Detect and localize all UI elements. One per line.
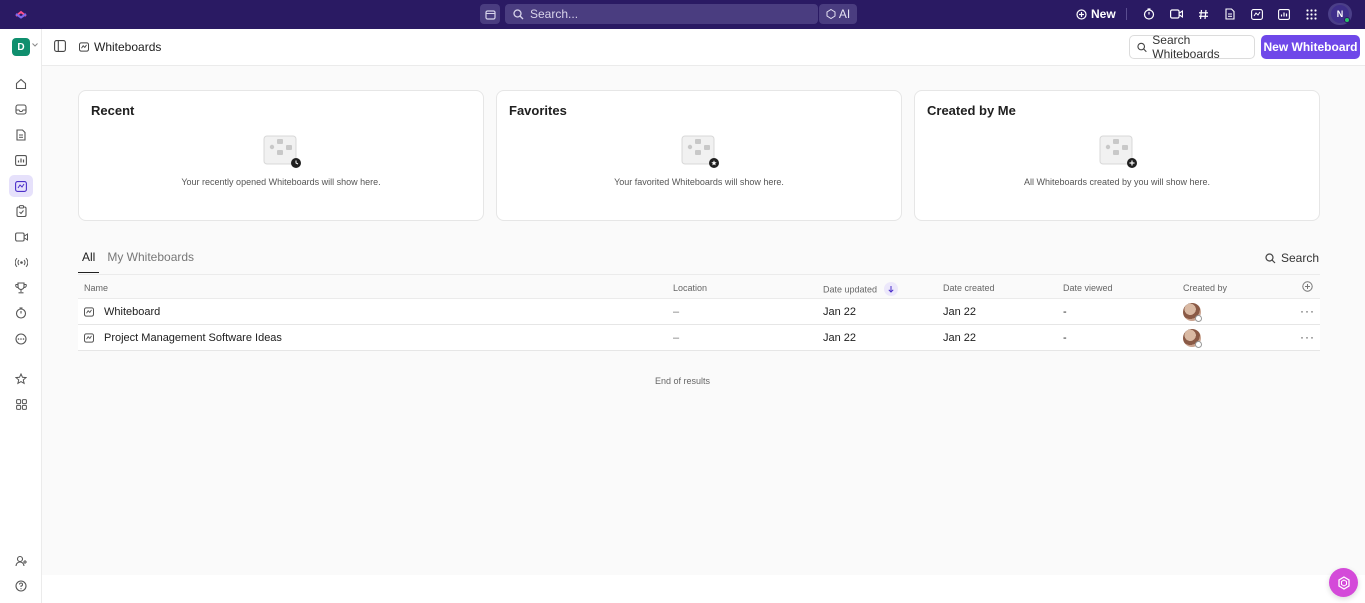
table-search-button[interactable]: Search <box>1265 251 1319 265</box>
whiteboards-nav-icon[interactable] <box>9 175 33 197</box>
table-search-label: Search <box>1281 251 1320 265</box>
column-header-date-updated[interactable]: Date updated <box>823 282 898 297</box>
new-button[interactable]: New <box>1076 5 1116 23</box>
column-header-date-viewed[interactable]: Date viewed <box>1063 283 1113 293</box>
search-whiteboards-button[interactable]: Search Whiteboards <box>1129 33 1255 61</box>
ai-sparkle-icon <box>826 9 836 19</box>
search-placeholder: Search... <box>530 7 579 21</box>
spaces-grid-icon[interactable] <box>9 393 33 415</box>
column-header-location[interactable]: Location <box>673 283 707 293</box>
new-label: New <box>1091 7 1116 21</box>
top-bar: Search... AI New N <box>0 0 1365 29</box>
row-location: – <box>673 306 680 318</box>
row-date-viewed: - <box>1063 332 1067 344</box>
ai-button[interactable]: AI <box>819 4 857 24</box>
whiteboard-icon[interactable] <box>1250 7 1264 21</box>
more-options-icon[interactable]: ··· <box>1300 330 1315 344</box>
search-icon <box>1137 42 1147 52</box>
card-title: Created by Me <box>927 103 1016 118</box>
card-title: Recent <box>91 103 135 118</box>
column-header-name[interactable]: Name <box>84 283 108 293</box>
page-header: Whiteboards Search Whiteboards New White… <box>42 29 1365 66</box>
divider <box>1126 8 1127 20</box>
more-icon[interactable] <box>9 328 33 350</box>
sidebar-toggle-icon[interactable] <box>54 40 66 52</box>
search-whiteboards-label: Search Whiteboards <box>1152 33 1220 61</box>
invite-user-icon[interactable] <box>9 550 33 572</box>
row-name[interactable]: Project Management Software Ideas <box>104 332 282 344</box>
video-icon[interactable] <box>1169 7 1183 21</box>
search-icon <box>513 8 524 19</box>
row-location: – <box>673 332 680 344</box>
goals-trophy-icon[interactable] <box>9 277 33 299</box>
recent-card: Recent Your recently opened Whiteboards … <box>78 90 484 221</box>
status-dot <box>1195 315 1202 322</box>
hashtag-icon[interactable] <box>1196 7 1210 21</box>
whiteboard-icon <box>79 42 89 52</box>
column-header-date-created[interactable]: Date created <box>943 283 995 293</box>
clips-icon[interactable] <box>9 200 33 222</box>
left-sidebar: D <box>0 29 42 603</box>
video-clips-icon[interactable] <box>9 226 33 248</box>
column-header-created-by[interactable]: Created by <box>1183 283 1227 293</box>
status-dot <box>1195 341 1202 348</box>
whiteboard-icon <box>84 333 94 343</box>
dashboards-icon[interactable] <box>9 149 33 171</box>
more-options-icon[interactable]: ··· <box>1300 304 1315 318</box>
plus-circle-icon <box>1076 8 1087 20</box>
column-header-date-updated-label: Date updated <box>823 284 878 295</box>
table-row[interactable]: Project Management Software Ideas – Jan … <box>78 325 1320 351</box>
table-row[interactable]: Whiteboard – Jan 22 Jan 22 - ··· <box>78 299 1320 325</box>
row-name[interactable]: Whiteboard <box>104 306 160 318</box>
tab-all[interactable]: All <box>78 250 100 273</box>
card-empty-text: Your recently opened Whiteboards will sh… <box>181 177 381 187</box>
card-empty-text: All Whiteboards created by you will show… <box>1023 177 1211 187</box>
row-date-viewed: - <box>1063 306 1067 318</box>
favorites-card: Favorites Your favorited Whiteboards wil… <box>496 90 902 221</box>
timesheets-icon[interactable] <box>9 302 33 324</box>
row-date-created: Jan 22 <box>943 306 977 318</box>
apps-grid-icon[interactable] <box>1304 7 1318 21</box>
new-whiteboard-button[interactable]: New Whiteboard <box>1261 35 1360 59</box>
row-date-updated: Jan 22 <box>823 306 857 318</box>
help-icon[interactable] <box>9 575 33 597</box>
end-of-results-text: End of results <box>654 376 711 386</box>
add-column-icon[interactable] <box>1302 281 1313 292</box>
ai-brain-fab-icon[interactable] <box>1329 568 1358 597</box>
view-tabs: All My Whiteboards <box>78 250 202 273</box>
home-icon[interactable] <box>9 73 33 95</box>
sort-descending-icon[interactable] <box>883 282 898 296</box>
card-title: Favorites <box>509 103 567 118</box>
workspace-avatar[interactable]: D <box>12 38 30 56</box>
card-empty-text: Your favorited Whiteboards will show her… <box>614 177 784 187</box>
calendar-icon[interactable] <box>480 4 500 24</box>
row-date-updated: Jan 22 <box>823 332 857 344</box>
dashboard-icon[interactable] <box>1277 7 1291 21</box>
tab-my-whiteboards[interactable]: My Whiteboards <box>103 250 198 273</box>
docs-icon[interactable] <box>9 124 33 146</box>
search-icon <box>1265 252 1276 263</box>
pulse-broadcast-icon[interactable] <box>9 251 33 273</box>
table-header: Name Location Date updated Date created … <box>78 275 1320 299</box>
ai-label: AI <box>838 7 851 21</box>
whiteboard-plus-illustration-icon <box>1099 135 1137 168</box>
inbox-icon[interactable] <box>9 98 33 120</box>
breadcrumb[interactable]: Whiteboards <box>79 40 161 54</box>
document-icon[interactable] <box>1223 7 1237 21</box>
global-search-input[interactable]: Search... <box>505 4 818 24</box>
chevron-down-icon[interactable] <box>32 42 38 48</box>
created-by-me-card: Created by Me All Whiteboards created by… <box>914 90 1320 221</box>
online-status-dot <box>1344 17 1350 23</box>
footer-area <box>42 575 1365 603</box>
user-avatar[interactable]: N <box>1328 3 1352 25</box>
breadcrumb-label: Whiteboards <box>94 40 162 54</box>
row-date-created: Jan 22 <box>943 332 977 344</box>
timer-icon[interactable] <box>1142 7 1156 21</box>
whiteboard-clock-illustration-icon <box>263 135 301 168</box>
whiteboard-star-illustration-icon <box>681 135 719 168</box>
clickup-logo-icon[interactable] <box>14 7 28 21</box>
whiteboard-icon <box>84 307 94 317</box>
